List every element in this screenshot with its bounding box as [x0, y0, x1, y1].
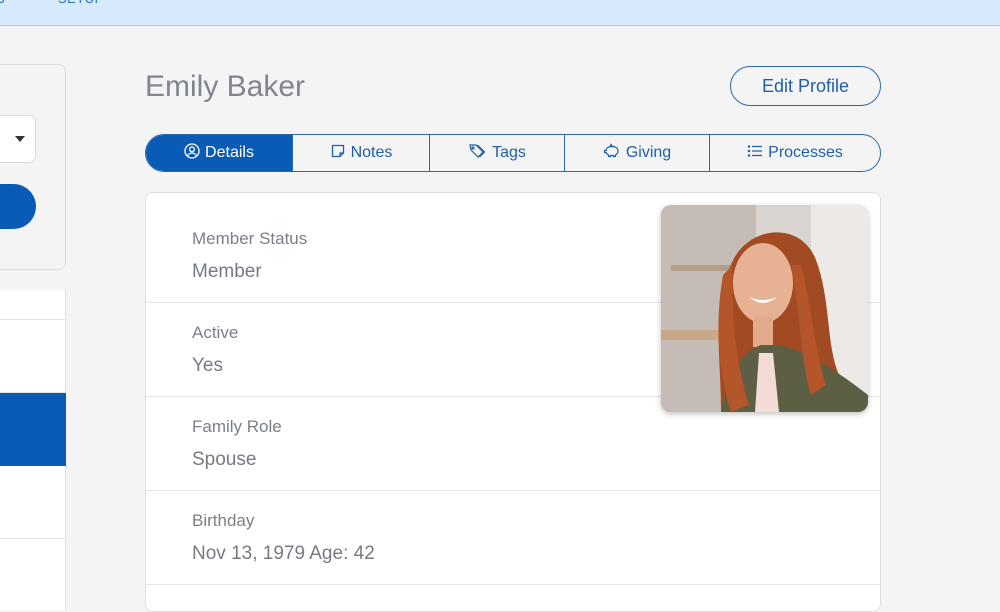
left-people-list — [0, 290, 66, 610]
tab-giving[interactable]: Giving — [564, 135, 709, 171]
tab-label: Processes — [768, 144, 843, 161]
tab-details[interactable]: Details — [146, 135, 292, 171]
user-circle-icon — [184, 142, 200, 164]
tags-icon — [468, 143, 487, 164]
top-navigation-bar: S SETUP — [0, 0, 1000, 26]
list-item-selected[interactable] — [0, 393, 66, 466]
page-title: Emily Baker — [145, 70, 306, 103]
caret-down-icon — [15, 136, 25, 142]
field-label: Family Role — [192, 417, 282, 436]
nav-item-partial[interactable]: S — [0, 0, 5, 6]
edit-profile-button[interactable]: Edit Profile — [730, 66, 881, 106]
field-value: Spouse — [192, 449, 257, 470]
portrait-illustration — [661, 205, 868, 412]
left-dropdown-select[interactable] — [0, 115, 36, 163]
field-birthday: Birthday Nov 13, 1979 Age: 42 — [146, 491, 880, 585]
tab-label: Details — [205, 144, 254, 161]
list-item[interactable] — [0, 466, 66, 539]
list-icon — [747, 143, 763, 164]
tab-tags[interactable]: Tags — [429, 135, 564, 171]
note-icon — [330, 143, 346, 164]
tab-notes[interactable]: Notes — [292, 135, 429, 171]
tab-label: Notes — [350, 144, 393, 161]
tab-label: Tags — [492, 144, 526, 161]
field-label: Member Status — [192, 229, 308, 248]
tab-processes[interactable]: Processes — [709, 135, 880, 171]
field-label: Birthday — [192, 511, 255, 530]
piggy-bank-icon — [603, 142, 621, 164]
profile-tabs: Details Notes Tags Giving Processes — [145, 134, 881, 172]
field-label: Active — [192, 323, 239, 342]
field-value: Yes — [192, 355, 223, 376]
nav-item-setup[interactable]: SETUP — [58, 0, 104, 6]
profile-photo[interactable] — [661, 205, 868, 412]
field-value: Member — [192, 261, 262, 282]
list-item[interactable] — [0, 320, 66, 393]
list-item[interactable] — [0, 290, 66, 320]
field-value: Nov 13, 1979 Age: 42 — [192, 543, 375, 564]
tab-label: Giving — [625, 144, 672, 161]
left-filter-panel — [0, 64, 66, 270]
